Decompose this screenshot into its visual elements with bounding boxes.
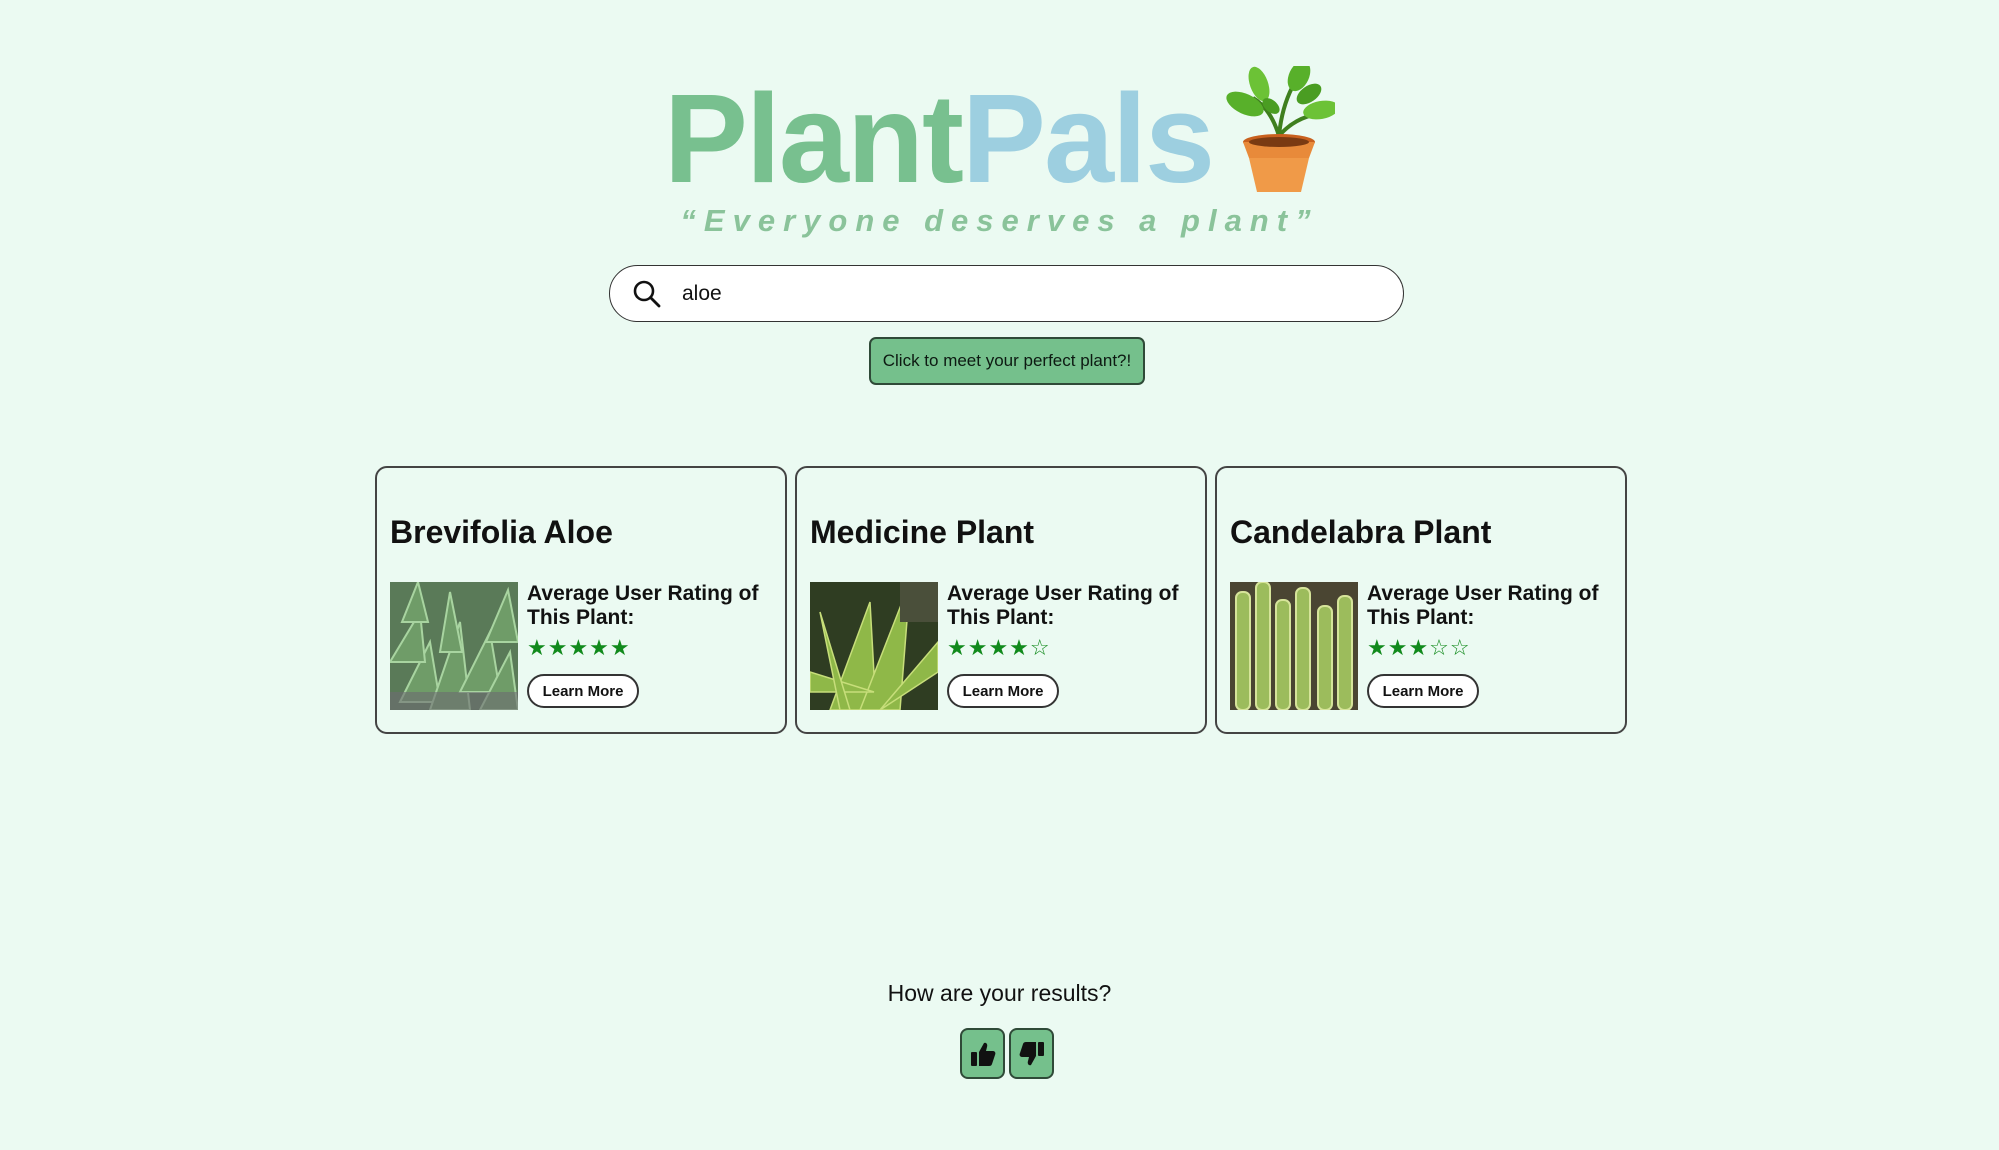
logo-wordmark: PlantPals [664,76,1215,202]
star-rating: ★★★☆☆ [1367,636,1471,661]
rating-label: Average User Rating of This Plant: [1367,582,1599,629]
search-icon [633,280,661,307]
find-plant-button[interactable]: Click to meet your perfect plant?! [869,337,1145,385]
plant-thumbnail [390,582,518,710]
logo-row: PlantPals [664,66,1336,202]
tagline: “Everyone deserves a plant” [680,203,1319,238]
thumbs-down-button[interactable] [1009,1028,1054,1079]
card-title: Medicine Plant [810,514,1035,550]
learn-more-button[interactable]: Learn More [527,674,639,708]
page: PlantPals “Everyone deserves a plant” al… [0,0,1999,1150]
star-rating: ★★★★☆ [947,636,1051,661]
rating-label: Average User Rating of This Plant: [527,582,759,629]
feedback-question: How are your results? [887,980,1112,1006]
thumbs-up-button[interactable] [960,1028,1005,1079]
card-title: Brevifolia Aloe [390,514,613,550]
logo-plant-text: Plant [663,68,964,209]
plant-card: Medicine Plant Average User Rating of Th… [795,466,1207,734]
learn-more-button[interactable]: Learn More [1367,674,1479,708]
search-input[interactable] [680,280,1403,307]
plant-thumbnail [1230,582,1358,710]
logo-pals-text: Pals [961,68,1215,209]
search-bar[interactable] [609,265,1404,322]
card-title: Candelabra Plant [1230,514,1492,550]
rating-label: Average User Rating of This Plant: [947,582,1179,629]
plant-card: Candelabra Plant Average User Rating of … [1215,466,1627,734]
thumbs-down-icon [1019,1041,1044,1065]
logo: PlantPals [0,66,1999,216]
plant-card: Brevifolia Aloe Average User Rating of T… [375,466,787,734]
plant-thumbnail [810,582,938,710]
potted-plant-icon [1226,66,1336,192]
learn-more-button[interactable]: Learn More [947,674,1059,708]
thumbs-up-icon [970,1042,995,1066]
star-rating: ★★★★★ [527,636,631,661]
